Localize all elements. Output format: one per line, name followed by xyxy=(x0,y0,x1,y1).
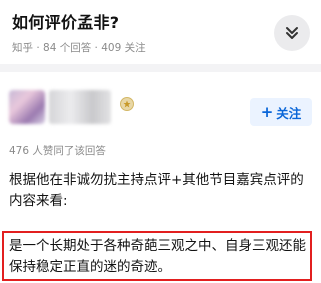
section-divider xyxy=(0,64,321,72)
certification-badge-icon xyxy=(120,97,134,111)
author-name-blurred[interactable] xyxy=(49,90,111,124)
follow-button[interactable]: + 关注 xyxy=(250,98,312,126)
avatar[interactable] xyxy=(9,90,45,124)
answer-highlighted-paragraph: 是一个长期处于各种奇葩三观之中、自身三观还能保持稳定正直的迷的奇迹。 xyxy=(9,238,306,275)
question-title[interactable]: 如何评价孟非? xyxy=(12,9,119,33)
likes-count: 476 人赞同了该回答 xyxy=(9,145,106,157)
author-info[interactable] xyxy=(9,88,113,128)
chevron-double-down-icon xyxy=(286,27,298,39)
plus-icon: + xyxy=(260,103,274,121)
answer-paragraph: 根据他在非诚勿扰主持点评+其他节目嘉宾点评的内容来看: xyxy=(9,172,304,209)
follow-label: 关注 xyxy=(276,105,302,121)
question-meta: 知乎 · 84 个回答 · 409 关注 xyxy=(12,42,146,54)
collapse-button[interactable] xyxy=(274,15,310,51)
